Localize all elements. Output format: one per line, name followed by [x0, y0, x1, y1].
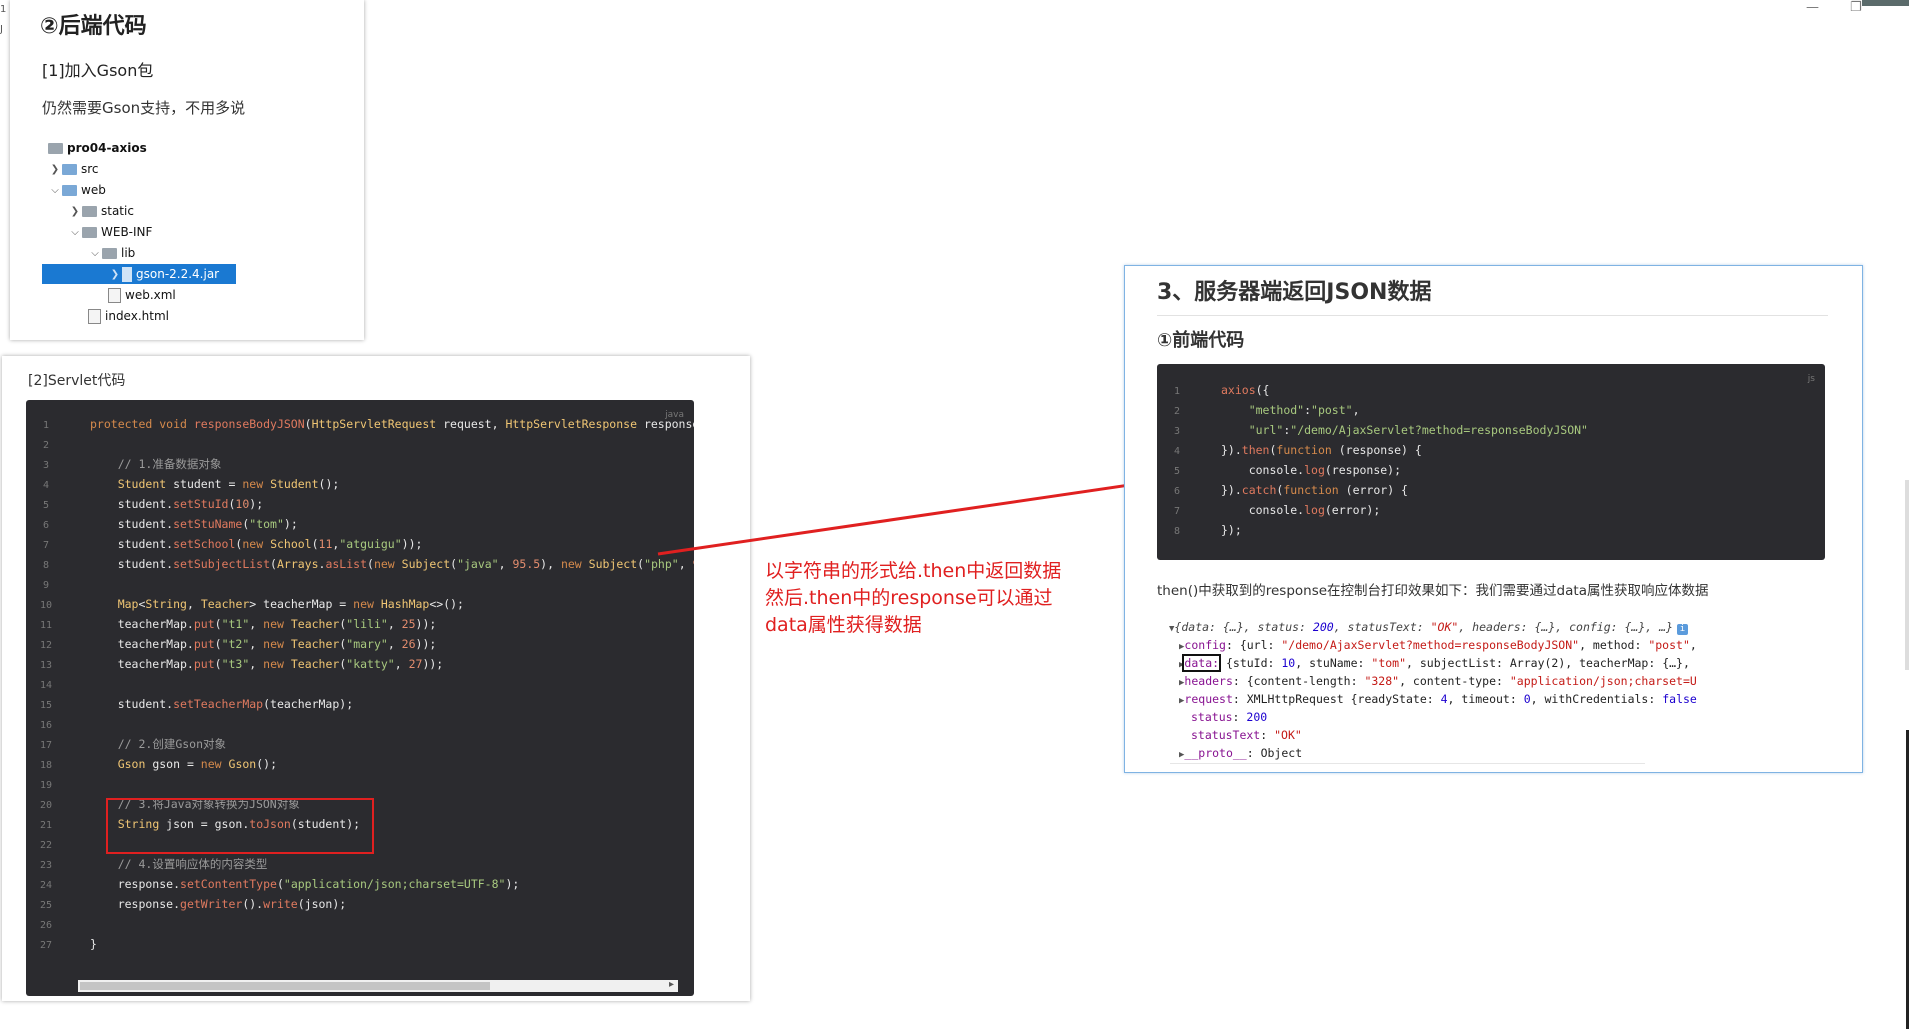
code-line: 8}); [1173, 523, 1242, 537]
js-code-block: js 1 axios({ 2 "method":"post", 3 "url":"… [1157, 364, 1825, 560]
console-prop-status: status: 200 [1191, 710, 1268, 724]
page-scrollbar-fragment [1905, 480, 1909, 670]
console-prop-request[interactable]: ▶request: XMLHttpRequest {readyState: 4,… [1179, 690, 1697, 708]
console-prop-config[interactable]: ▶config: {url: "/demo/AjaxServlet?method… [1179, 636, 1697, 654]
code-line: 6}).catch(function (error) { [1173, 483, 1408, 497]
console-prop-data[interactable]: ▶data: {stuId: 10, stuName: "tom", subje… [1179, 654, 1690, 672]
title-divider [1157, 315, 1828, 316]
info-icon[interactable]: i [1676, 624, 1688, 635]
console-prop-status-text: statusText: "OK" [1191, 728, 1302, 742]
response-description: then()中获取到的response在控制台打印效果如下：我们需要通过data… [1157, 583, 1709, 599]
console-divider [1170, 763, 1645, 764]
console-prop-headers[interactable]: ▶headers: {content-length: "328", conten… [1179, 672, 1697, 690]
code-line: 5 console.log(response); [1173, 463, 1402, 477]
console-object-summary[interactable]: ▼{data: {…}, status: 200, statusText: "O… [1169, 618, 1688, 636]
code-line: 1 axios({ [1173, 383, 1270, 397]
annotation-line-2: 然后.then中的response可以通过 [765, 587, 1053, 609]
console-prop-proto[interactable]: ▶__proto__: Object [1179, 744, 1302, 762]
code-line: 7 console.log(error); [1173, 503, 1381, 517]
code-language-tag: js [1807, 374, 1815, 384]
annotation-line-1: 以字符串的形式给.then中返回数据 [765, 560, 1062, 582]
annotation-line-3: data属性获得数据 [765, 614, 922, 636]
code-line: 4}).then(function (response) { [1173, 443, 1422, 457]
code-line: 3 "url":"/demo/AjaxServlet?method=respon… [1173, 423, 1588, 437]
section-title: 3、服务器端返回JSON数据 [1157, 280, 1432, 305]
annotation-text: 以字符串的形式给.then中返回数据 然后.then中的response可以通过… [765, 558, 1061, 639]
json-response-panel: 3、服务器端返回JSON数据 ①前端代码 js 1 axios({ 2 "meth… [1124, 265, 1863, 773]
code-line: 2 "method":"post", [1173, 403, 1360, 417]
section-subtitle: ①前端代码 [1157, 330, 1245, 351]
